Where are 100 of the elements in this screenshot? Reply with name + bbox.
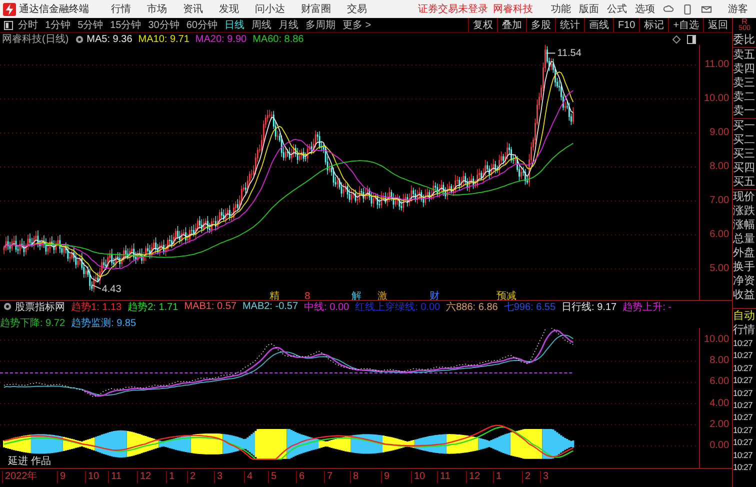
period-tab[interactable]: 多周期	[306, 18, 336, 32]
login-notice[interactable]: 证券交易未登录	[418, 2, 488, 16]
menu-item[interactable]: 问小达	[255, 2, 285, 16]
time-axis-label: 11	[108, 471, 122, 483]
indicator-axis-label: 6.00	[710, 376, 730, 388]
menu-item[interactable]: 财富圈	[301, 2, 331, 16]
period-tab[interactable]: 1分钟	[45, 18, 71, 32]
time-axis-label: 3	[214, 471, 223, 483]
period-tab[interactable]: 60分钟	[186, 18, 218, 32]
price-axis-label: 5.00	[710, 263, 730, 274]
time-axis-label: 7	[324, 471, 333, 483]
quote-field-label: 收益	[733, 288, 756, 302]
trade-time: 10:27	[733, 411, 754, 424]
phone-icon[interactable]	[682, 4, 693, 14]
time-axis-label: 2022年	[2, 471, 38, 483]
indicator-value: 七996: 6.55	[504, 300, 556, 314]
logo-icon	[3, 2, 16, 16]
moving-average-value: MA20: 9.90	[195, 34, 247, 44]
period-tab[interactable]: 5分钟	[78, 18, 104, 32]
event-marker[interactable]: 财	[429, 290, 440, 300]
quote-field-label: 外盘	[733, 246, 756, 260]
event-marker[interactable]: 激	[377, 290, 388, 300]
trade-time: 10:27	[733, 349, 754, 362]
mode-label[interactable]: 自动	[733, 308, 756, 323]
indicator-value: 六886: 6.86	[446, 300, 498, 314]
indicator-value: 趋势2: 1.71	[128, 300, 178, 314]
quote-field-label: 卖五	[733, 48, 756, 62]
quote-field-label: 涨跌	[733, 204, 756, 218]
period-tab[interactable]: 日线	[224, 18, 244, 32]
trade-time: 10:27	[733, 386, 754, 400]
event-marker[interactable]: 预减	[496, 290, 516, 300]
settings-icon[interactable]	[3, 302, 12, 311]
menu-item[interactable]: 资讯	[183, 2, 203, 16]
quote-field-label: 买五	[733, 175, 756, 190]
trade-time: 10:27	[733, 362, 754, 374]
period-tab[interactable]: 周线	[252, 18, 272, 32]
trade-time: 10:27	[733, 337, 754, 350]
square-icon[interactable]	[4, 20, 13, 30]
quote-field-label: 买三	[733, 147, 756, 161]
indicator-axis-label: 8.00	[710, 355, 730, 366]
time-axis-label: 10	[411, 471, 426, 483]
time-axis-label: 3	[540, 471, 549, 483]
indicator-value: 红线上穿绿线: 0.00	[355, 300, 440, 314]
quote-field-label: 卖三	[733, 76, 756, 90]
event-marker[interactable]: 解	[352, 290, 362, 300]
period-tab[interactable]: 15分钟	[110, 18, 142, 32]
user-label[interactable]: 游客	[728, 2, 748, 16]
diamond-icon[interactable]	[672, 34, 682, 44]
indicator-axis-label: 0.00	[710, 440, 730, 451]
indicator-value: MAB1: 0.57	[184, 301, 236, 312]
period-tab[interactable]: 更多 >	[342, 18, 372, 32]
quote-field-label: 买一	[733, 119, 756, 133]
settings-icon[interactable]	[74, 34, 84, 44]
quote-field-label: 现价	[733, 190, 756, 204]
quote-field-label: 卖一	[733, 104, 756, 119]
event-marker[interactable]: 精	[270, 290, 280, 300]
trade-time: 10:27	[733, 424, 754, 436]
tool-menu-item[interactable]: 选项	[635, 2, 655, 16]
time-axis-label: 9	[381, 471, 390, 483]
trade-time: 10:27	[733, 399, 754, 412]
tool-menu-item[interactable]: 版面	[579, 2, 599, 16]
badge-letter: R	[742, 18, 748, 25]
quote-tab[interactable]: 行情	[733, 323, 756, 337]
indicator-axis-label: 10.00	[704, 334, 730, 345]
indicator-value: MAB2: -0.57	[242, 301, 298, 312]
tool-menu-item[interactable]: 功能	[551, 2, 571, 16]
trade-time: 10:27	[733, 448, 754, 462]
quote-field-label: 涨幅	[733, 218, 756, 232]
author-credit: 延进 作品	[8, 456, 51, 467]
cloud-icon[interactable]	[663, 4, 674, 14]
broker-name[interactable]: 网睿科技	[493, 2, 533, 16]
message-icon[interactable]	[701, 4, 712, 14]
time-axis-label: 2	[187, 471, 196, 483]
indicator-value: 日行线: 9.17	[562, 300, 617, 314]
quote-field-label: 买二	[733, 133, 756, 147]
time-axis-label: 12	[137, 471, 152, 483]
tool-menu-item[interactable]: 公式	[607, 2, 627, 16]
price-axis-label: 10.00	[704, 93, 730, 104]
menu-item[interactable]: 发现	[219, 2, 239, 16]
period-tab[interactable]: 分时	[18, 18, 38, 32]
time-axis-label: 11	[437, 471, 450, 483]
indicator-value: 趋势监测: 9.85	[71, 316, 136, 330]
menu-item[interactable]: 行情	[111, 2, 131, 16]
time-axis-label: 10	[85, 471, 100, 483]
square-icon[interactable]	[687, 34, 696, 44]
period-tab[interactable]: 30分钟	[148, 18, 180, 32]
moving-average-value: MA5: 9.36	[86, 34, 132, 44]
app-title: 通达信金融终端	[19, 2, 89, 16]
trade-time: 10:27	[733, 461, 754, 474]
period-tab[interactable]: 月线	[278, 18, 298, 32]
menu-item[interactable]: 市场	[147, 2, 167, 16]
chart-title: 网睿科技(日线)	[2, 32, 69, 46]
event-marker[interactable]: 8	[304, 290, 310, 300]
quote-field-label: 换手	[733, 260, 756, 274]
menu-item[interactable]: 交易	[347, 2, 367, 16]
price-axis-label: 9.00	[710, 127, 730, 138]
trade-time: 10:27	[733, 436, 754, 449]
time-axis-label: 8	[350, 471, 359, 483]
time-axis-label: 1	[166, 471, 175, 483]
price-axis-label: 6.00	[710, 229, 730, 240]
